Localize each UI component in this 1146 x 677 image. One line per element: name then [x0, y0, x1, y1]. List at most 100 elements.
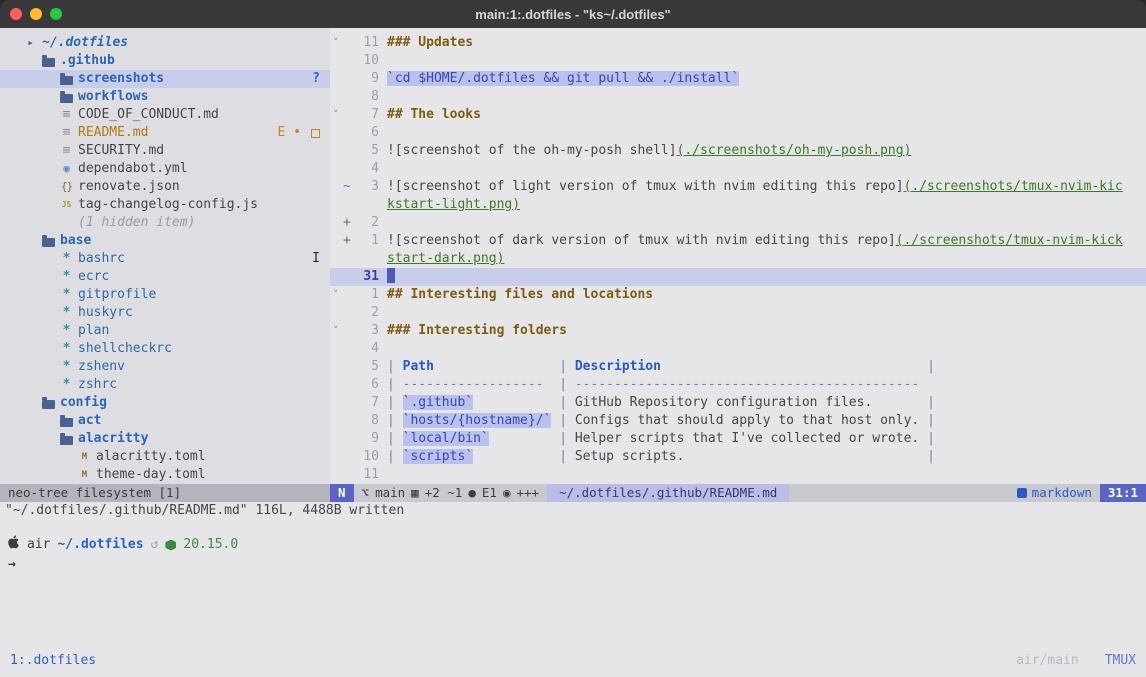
tree-item[interactable]: workflows [0, 88, 330, 106]
editor-line[interactable]: ˅ 7 ## The looks [330, 106, 1146, 124]
fold-marker[interactable]: ˅ [330, 286, 343, 304]
tree-item[interactable]: Malacritty.toml [0, 448, 330, 466]
tree-item[interactable]: *bashrcI [0, 250, 330, 268]
tree-item[interactable]: *huskyrc [0, 304, 330, 322]
tree-item[interactable]: screenshots? [0, 70, 330, 88]
tree-item[interactable]: ≡CODE_OF_CONDUCT.md [0, 106, 330, 124]
editor-line[interactable]: ~3![screenshot of light version of tmux … [330, 178, 1146, 196]
tree-item[interactable]: ≡README.mdE • [0, 124, 330, 142]
folder-icon [60, 418, 73, 427]
editor-line[interactable]: 8| `hosts/{hostname}/` | Configs that sh… [330, 412, 1146, 430]
terminal-window: main:1:.dotfiles - "ks~/.dotfiles" ▸~/.d… [0, 0, 1146, 677]
tree-item[interactable]: ◉dependabot.yml [0, 160, 330, 178]
prompt-line[interactable]: → [8, 556, 1146, 574]
fold-marker[interactable]: ˅ [330, 34, 343, 52]
tree-item[interactable]: *shellcheckrc [0, 340, 330, 358]
editor-line[interactable]: 4 [330, 160, 1146, 178]
tree-item[interactable]: *zshrc [0, 376, 330, 394]
editor-line[interactable]: +1![screenshot of dark version of tmux w… [330, 232, 1146, 250]
editor-line[interactable]: 9`cd $HOME/.dotfiles && git pull && ./in… [330, 70, 1146, 88]
token-pipe: | [387, 413, 403, 428]
editor-line[interactable]: 7| `.github` | GitHub Repository configu… [330, 394, 1146, 412]
line-number: 7 [355, 106, 379, 124]
editor-line[interactable]: start-dark.png) [330, 250, 1146, 268]
tree-item[interactable]: JStag-changelog-config.js [0, 196, 330, 214]
editor-line[interactable]: ˅11### Updates [330, 34, 1146, 52]
editor-line[interactable]: 9| `local/bin` | Helper scripts that I'v… [330, 430, 1146, 448]
editor-line[interactable]: 31 [330, 268, 1146, 286]
tmux-label: TMUX [1105, 652, 1136, 670]
editor-line[interactable]: ˅1## Interesting files and locations [330, 286, 1146, 304]
tree-item[interactable]: alacritty [0, 430, 330, 448]
tree-item[interactable]: Mtheme-day.toml [0, 466, 330, 484]
tree-item[interactable]: act [0, 412, 330, 430]
token-t: ![screenshot of dark version of tmux wit… [387, 233, 896, 248]
file-icon: M [78, 448, 91, 466]
line-number: 1 [355, 286, 379, 304]
git-sync-icon: ↺ [151, 536, 159, 554]
token-t [661, 359, 927, 374]
editor-panel[interactable]: ˅11### Updates109`cd $HOME/.dotfiles && … [330, 28, 1146, 484]
line-text: ![screenshot of light version of tmux wi… [387, 178, 1146, 196]
file-icon: ≡ [60, 124, 73, 142]
minimize-button[interactable] [30, 8, 42, 20]
fold-marker [330, 358, 343, 376]
editor-line[interactable]: +2 [330, 214, 1146, 232]
line-number: 5 [355, 142, 379, 160]
line-text [387, 52, 1146, 70]
shell-cwd: ~/.dotfiles [57, 536, 143, 554]
editor-line[interactable]: 5 ![screenshot of the oh-my-posh shell](.… [330, 142, 1146, 160]
token-h: ### Interesting folders [387, 323, 567, 338]
editor-line[interactable]: 10 [330, 52, 1146, 70]
tree-item[interactable]: *ecrc [0, 268, 330, 286]
tree-item[interactable]: {}renovate.json [0, 178, 330, 196]
gutter-sign: ~ [343, 178, 355, 196]
editor-line[interactable]: 6| ------------------ | ----------------… [330, 376, 1146, 394]
file-icon: M [78, 466, 91, 484]
line-text: ## The looks [387, 106, 1146, 124]
editor-line[interactable]: 2 [330, 304, 1146, 322]
token-pipe: | [387, 395, 403, 410]
line-text: | `.github` | GitHub Repository configur… [387, 394, 1146, 412]
git-status-segment: ⌥ main ▦ +2 ~1 ● E1 ◉ +++ [354, 484, 548, 502]
editor-line[interactable]: ˅3### Interesting folders [330, 322, 1146, 340]
tree-item[interactable]: (1 hidden item) [0, 214, 330, 232]
titlebar[interactable]: main:1:.dotfiles - "ks~/.dotfiles" [0, 0, 1146, 29]
gutter-sign [343, 286, 355, 304]
tree-item[interactable]: base [0, 232, 330, 250]
editor-line[interactable]: 8 [330, 88, 1146, 106]
editor-line[interactable]: 10| `scripts` | Setup scripts. | [330, 448, 1146, 466]
tree-item[interactable]: *zshenv [0, 358, 330, 376]
tree-item[interactable]: *gitprofile [0, 286, 330, 304]
tree-item[interactable]: *plan [0, 322, 330, 340]
tree-item[interactable]: .github [0, 52, 330, 70]
editor-line[interactable]: 5| Path | Description | [330, 358, 1146, 376]
fullscreen-button[interactable] [50, 8, 62, 20]
tree-item[interactable]: ≡SECURITY.md [0, 142, 330, 160]
tmux-window-tab[interactable]: 1:.dotfiles [10, 652, 96, 670]
token-link: (./screenshots/tmux-nvim-kick [896, 233, 1123, 248]
tree-item-label: screenshots [78, 70, 164, 88]
editor-line[interactable]: 11 [330, 466, 1146, 484]
terminal-content: ▸~/.dotfiles.githubscreenshots?workflows… [0, 28, 1146, 677]
token-pipe: | [559, 431, 575, 446]
file-icon: ≡ [60, 142, 73, 160]
close-button[interactable] [10, 8, 22, 20]
editor-line[interactable]: 4 [330, 340, 1146, 358]
tree-item[interactable]: config [0, 394, 330, 412]
fold-marker [330, 448, 343, 466]
fold-marker[interactable]: ˅ [330, 106, 343, 124]
editor-line[interactable]: 6 [330, 124, 1146, 142]
gutter-sign [343, 70, 355, 88]
tree-item-label: tag-changelog-config.js [78, 196, 258, 214]
line-text: ![screenshot of the oh-my-posh shell](./… [387, 142, 1146, 160]
tree-item-label: README.md [78, 124, 148, 142]
fold-marker[interactable]: ˅ [330, 322, 343, 340]
tree-item[interactable]: ▸~/.dotfiles [0, 34, 330, 52]
token-th: Path [403, 359, 434, 374]
tree-item-label: zshrc [78, 376, 117, 394]
file-icon: * [60, 286, 73, 304]
line-number: 11 [355, 466, 379, 484]
gutter-sign [343, 34, 355, 52]
editor-line[interactable]: kstart-light.png) [330, 196, 1146, 214]
